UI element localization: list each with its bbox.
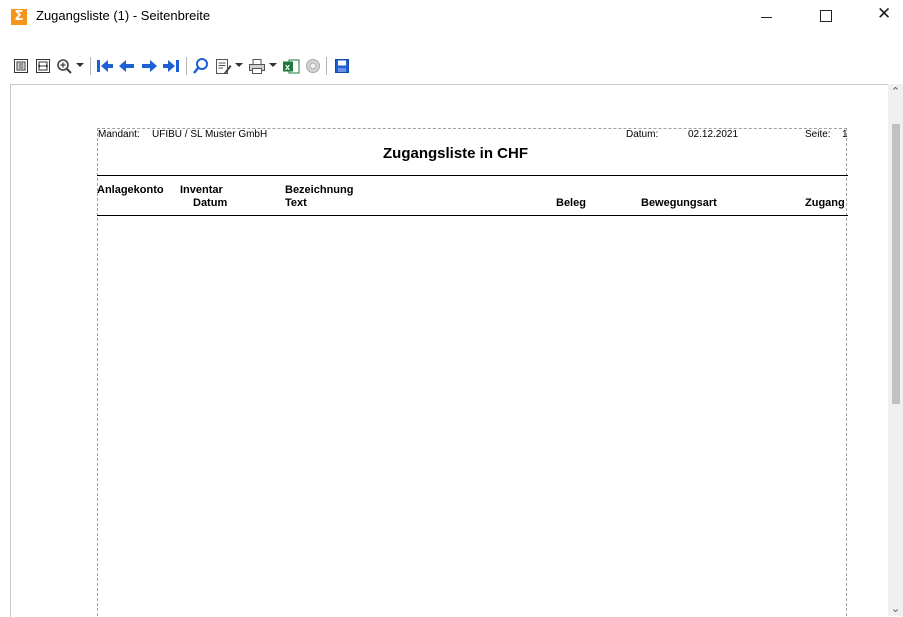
scroll-up-icon[interactable]: ⌃ [890,86,901,97]
excel-export-icon: x [283,59,300,73]
col-text: Text [285,197,307,209]
seite-value: 1 [842,129,848,140]
window-title: Zugangsliste (1) - Seitenbreite [36,8,211,23]
minimize-icon [761,17,772,18]
single-page-icon [14,59,28,73]
next-page-icon [142,60,157,72]
page-width-icon [36,59,50,73]
first-page-button[interactable] [96,57,114,75]
report-title: Zugangsliste in CHF [383,145,529,162]
print-dropdown-arrow-icon[interactable] [269,63,277,67]
first-page-icon [97,60,113,72]
edit-dropdown-arrow-icon[interactable] [235,63,243,67]
col-inventar: Inventar [180,184,223,196]
zoom-dropdown-arrow-icon[interactable] [76,63,84,67]
excel-export-button[interactable]: x [282,57,300,75]
svg-text:x: x [285,62,290,72]
edit-icon [215,58,231,74]
maximize-icon [820,10,832,22]
scrollbar-thumb[interactable] [892,124,900,404]
single-page-button[interactable] [12,57,30,75]
col-bewegungsart: Bewegungsart [641,197,717,209]
col-zugang: Zugang [805,197,845,209]
next-page-button[interactable] [140,57,158,75]
header-bottom-rule [97,215,848,216]
zoom-button[interactable] [55,57,73,75]
edit-button[interactable] [214,57,232,75]
save-icon [335,59,349,73]
datum-label: Datum: [626,129,659,140]
scroll-down-icon[interactable]: ⌄ [890,603,901,614]
minimize-button[interactable] [743,0,789,30]
report-preview-window: Σ Zugangsliste (1) - Seitenbreite ✕ x ⌃ … [0,0,903,617]
toolbar-separator [90,57,91,75]
datum-value: 02.12.2021 [688,129,739,140]
col-anlagekonto: Anlagekonto [97,184,164,196]
search-icon [193,58,208,74]
save-button[interactable] [333,57,351,75]
mandant-label: Mandant: [98,129,140,140]
seite-label: Seite: [805,129,831,140]
stop-button[interactable] [304,57,322,75]
zoom-icon [56,58,72,74]
mandant-value: UFIBU / SL Muster GmbH [152,129,268,140]
stop-icon [306,59,320,73]
print-button[interactable] [248,57,266,75]
last-page-button[interactable] [162,57,180,75]
vertical-scrollbar[interactable]: ⌃ ⌄ [888,84,903,616]
previous-page-icon [119,60,134,72]
page-width-button[interactable] [34,57,52,75]
close-icon: ✕ [877,4,892,24]
print-icon [249,58,265,74]
col-beleg: Beleg [556,197,586,209]
close-button[interactable]: ✕ [857,0,903,30]
toolbar-separator [326,57,327,75]
preview-toolbar: x [0,51,903,81]
previous-page-button[interactable] [118,57,136,75]
title-bar: Σ Zugangsliste (1) - Seitenbreite ✕ [0,0,903,30]
col-datum: Datum [193,197,228,209]
last-page-icon [163,60,179,72]
maximize-button[interactable] [802,0,848,30]
search-button[interactable] [192,57,210,75]
toolbar-separator [186,57,187,75]
app-sigma-icon: Σ [11,9,27,25]
col-bezeichnung: Bezeichnung [285,184,354,196]
header-top-rule [97,175,848,176]
